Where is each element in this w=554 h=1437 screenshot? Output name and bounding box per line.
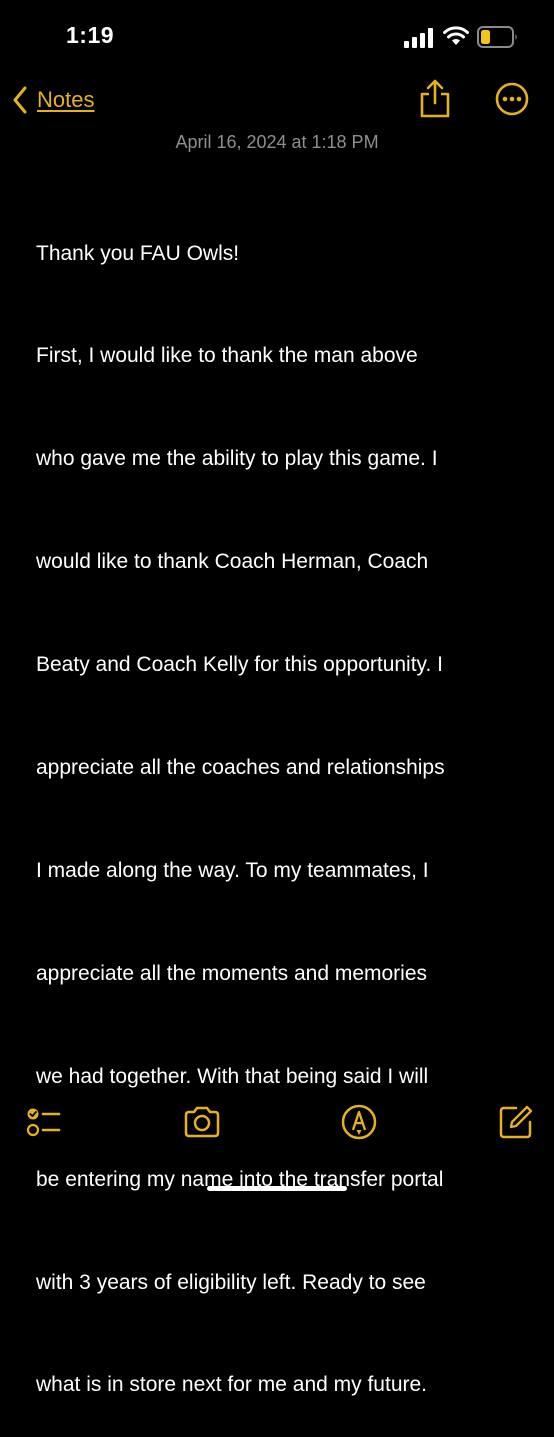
note-line: who gave me the ability to play this gam… bbox=[36, 447, 438, 471]
note-date: April 16, 2024 at 1:18 PM bbox=[175, 132, 379, 152]
back-button[interactable]: Notes bbox=[12, 82, 94, 118]
note-line: what is in store next for me and my futu… bbox=[36, 1373, 428, 1397]
note-line: appreciate all the moments and memories bbox=[36, 961, 428, 985]
camera-icon bbox=[184, 1106, 220, 1138]
bottom-toolbar bbox=[0, 1098, 554, 1148]
note-body[interactable]: Thank you FAU Owls! First, I would like … bbox=[36, 168, 508, 1437]
note-line: Beaty and Coach Kelly for this opportuni… bbox=[36, 653, 443, 677]
wifi-icon bbox=[443, 26, 469, 45]
markup-button[interactable] bbox=[339, 1102, 379, 1142]
note-line: with 3 years of eligibility left. Ready … bbox=[36, 1270, 426, 1294]
checklist-button[interactable] bbox=[24, 1102, 64, 1142]
nav-bar: Notes bbox=[0, 74, 554, 130]
markup-pen-icon bbox=[341, 1104, 377, 1140]
compose-icon bbox=[499, 1105, 533, 1139]
chevron-left-icon bbox=[13, 86, 27, 114]
note-line: would like to thank Coach Herman, Coach bbox=[36, 550, 429, 574]
note-line: we had together. With that being said I … bbox=[36, 1064, 429, 1088]
status-bar: 1:19 bbox=[0, 0, 554, 74]
home-indicator[interactable] bbox=[207, 1186, 347, 1191]
share-icon[interactable] bbox=[418, 78, 452, 118]
status-time: 1:19 bbox=[66, 22, 115, 48]
checklist-icon bbox=[26, 1108, 61, 1137]
back-label: Notes bbox=[37, 87, 95, 112]
note-line: I made along the way. To my teammates, I bbox=[36, 858, 429, 882]
note-line: First, I would like to thank the man abo… bbox=[36, 344, 418, 368]
battery-low-icon bbox=[477, 26, 517, 48]
camera-button[interactable] bbox=[182, 1102, 222, 1142]
cellular-signal-icon bbox=[404, 28, 433, 48]
note-line: Thank you FAU Owls! bbox=[36, 241, 240, 265]
note-line: be entering my name into the transfer po… bbox=[36, 1167, 444, 1191]
note-line: appreciate all the coaches and relations… bbox=[36, 756, 445, 780]
more-options-icon[interactable] bbox=[495, 82, 529, 116]
compose-button[interactable] bbox=[496, 1102, 536, 1142]
